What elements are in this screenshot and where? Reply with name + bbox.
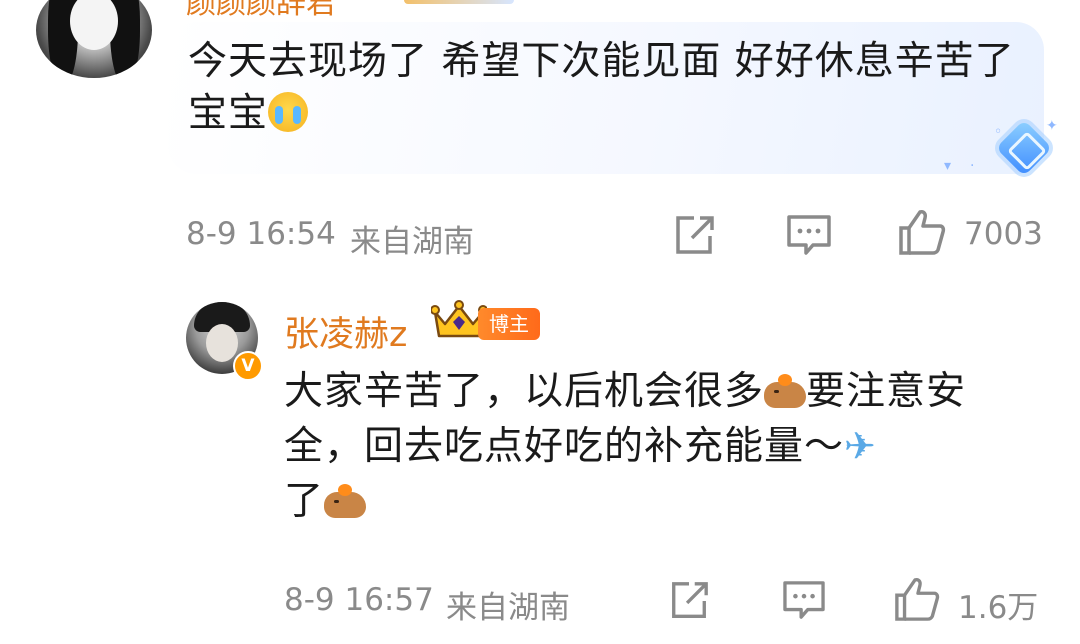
comment-text-body: 今天去现场了 希望下次能见面 好好休息辛苦了宝宝 (188, 39, 1015, 136)
share-icon[interactable] (668, 580, 710, 622)
sparkle-icon: ◦ (994, 124, 1003, 140)
blogger-badge: 博主 (478, 308, 540, 340)
comment-icon[interactable] (782, 580, 826, 620)
crying-emoji-icon (268, 92, 309, 132)
reply-text: 大家辛苦了，以后机会很多 要注意安全，回去吃点好吃的补充能量～✈ 了 (284, 364, 1024, 529)
comment-time: 8-9 16:54 (186, 216, 336, 252)
reply-time: 8-9 16:57 (284, 582, 434, 618)
capybara-emoji-icon (764, 374, 807, 408)
sparkle-icon: ✦ (1046, 118, 1058, 134)
commenter-name[interactable]: 颜颜颜辞君 (186, 0, 336, 22)
like-icon[interactable] (898, 208, 946, 256)
reply-text-part3: 了 (284, 479, 325, 524)
like-count: 7003 (964, 216, 1043, 252)
sparkle-icon: ▾ (944, 158, 952, 174)
member-badge (404, 0, 514, 4)
share-icon[interactable] (672, 214, 716, 258)
like-count: 1.6万 (958, 590, 1039, 626)
comment-text: 今天去现场了 希望下次能见面 好好休息辛苦了宝宝 (188, 36, 1028, 140)
comment-icon[interactable] (786, 214, 832, 256)
reply-location: 来自湖南 (446, 590, 570, 626)
sparkle-icon: · (970, 158, 975, 174)
author-name[interactable]: 张凌赫z (284, 306, 407, 357)
like-icon[interactable] (894, 576, 940, 622)
airplane-emoji-icon: ✈ (844, 424, 877, 468)
verified-badge: V (233, 351, 263, 381)
commenter-avatar[interactable] (36, 0, 152, 78)
reply-text-part1: 大家辛苦了，以后机会很多 (284, 369, 765, 414)
comment-location: 来自湖南 (350, 224, 474, 260)
capybara-emoji-icon (324, 484, 367, 518)
